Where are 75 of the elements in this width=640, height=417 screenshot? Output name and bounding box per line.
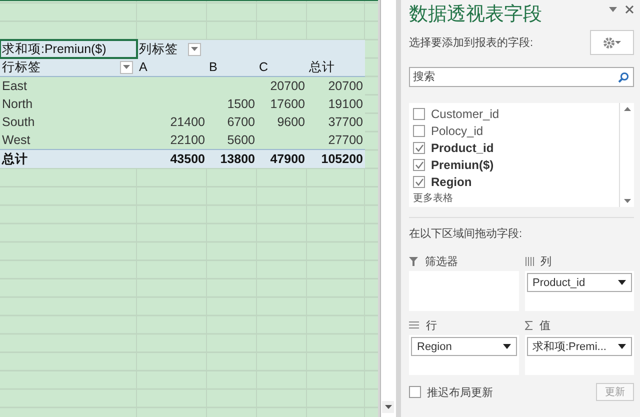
caret-icon <box>502 344 510 349</box>
field-list-scrollbar[interactable] <box>619 103 634 207</box>
field-item[interactable]: Region <box>413 174 615 192</box>
rows-icon <box>409 321 419 329</box>
caret-icon <box>618 344 626 349</box>
filter-icon <box>409 256 418 266</box>
row-label: East <box>2 79 28 93</box>
field-item[interactable]: Premiun($) <box>413 156 615 174</box>
drop-area[interactable]: Product_id <box>524 271 634 311</box>
filter-dropdown-icon[interactable] <box>120 60 133 74</box>
checkbox[interactable] <box>413 176 425 188</box>
field-chip[interactable]: Region <box>411 337 516 356</box>
scroll-down-icon[interactable] <box>382 401 394 413</box>
area-label: 筛选器 <box>425 254 458 268</box>
drop-area[interactable]: Region <box>409 335 518 375</box>
area-label: 值 <box>540 318 550 332</box>
row-label: South <box>2 115 35 129</box>
checkbox[interactable] <box>413 108 425 120</box>
checkbox[interactable] <box>413 142 425 154</box>
table-cell: 9600 <box>277 115 305 129</box>
defer-update-label: 推迟布局更新 <box>427 386 493 400</box>
field-item[interactable]: Customer_id <box>413 105 615 122</box>
table-cell: 20700 <box>328 79 363 93</box>
column-header: 总计 <box>309 58 335 76</box>
filter-dropdown-icon[interactable] <box>188 42 201 56</box>
field-list-prompt: 选择要添加到报表的字段: <box>409 36 534 50</box>
vertical-scrollbar[interactable] <box>380 0 396 417</box>
field-chip[interactable]: 求和项:Premi... <box>526 337 632 356</box>
grand-total-cell: 105200 <box>321 152 363 166</box>
area-label: 行 <box>426 318 437 332</box>
close-icon[interactable] <box>625 5 634 14</box>
grand-total-cell: 47900 <box>270 152 305 166</box>
value-field-label: 求和项:Premiun($) <box>2 40 106 58</box>
gear-icon <box>603 36 615 48</box>
table-cell: 5600 <box>227 133 255 147</box>
dropdown-icon[interactable] <box>609 7 617 12</box>
columns-icon <box>524 256 534 266</box>
grand-total-cell: 43500 <box>170 152 205 166</box>
sum-icon <box>524 320 532 330</box>
field-item[interactable]: Product_id <box>413 139 615 157</box>
table-cell: 20700 <box>270 79 305 93</box>
caret-icon <box>615 41 621 44</box>
grand-total-cell: 13800 <box>220 152 255 166</box>
row-label: North <box>2 97 33 111</box>
field-item[interactable]: Polocy_id <box>413 122 615 140</box>
table-cell: 22100 <box>170 133 205 147</box>
table-cell: 6700 <box>227 115 255 129</box>
caret-icon <box>618 280 626 285</box>
table-cell: 27700 <box>328 133 363 147</box>
scroll-up-icon[interactable] <box>624 107 630 111</box>
search-field[interactable]: 搜索 <box>409 67 634 87</box>
areas-prompt: 在以下区域间拖动字段: <box>409 226 524 241</box>
column-header: B <box>209 60 218 74</box>
checkbox[interactable] <box>413 159 425 172</box>
panel-title: 数据透视表字段 <box>409 3 542 27</box>
row-label: West <box>2 133 30 147</box>
more-tables-link[interactable]: 更多表格 <box>413 191 453 206</box>
column-header: A <box>139 60 148 74</box>
column-labels-header: 列标签 <box>139 40 178 58</box>
column-header: C <box>259 60 268 74</box>
scroll-down-icon[interactable] <box>624 199 630 203</box>
table-cell: 17600 <box>270 97 305 111</box>
field-chip[interactable]: Product_id <box>526 273 632 292</box>
search-icon <box>618 72 629 83</box>
table-cell: 21400 <box>170 115 205 129</box>
drop-area[interactable]: 求和项:Premi... <box>524 335 634 375</box>
table-cell: 1500 <box>227 97 255 111</box>
grand-total-label: 总计 <box>2 150 28 168</box>
tools-button[interactable] <box>590 30 634 55</box>
row-labels-header: 行标签 <box>2 58 41 76</box>
area-label: 列 <box>540 254 552 268</box>
checkbox[interactable] <box>409 386 421 398</box>
table-cell: 19100 <box>328 97 363 111</box>
checkbox[interactable] <box>413 124 425 137</box>
table-cell: 37700 <box>328 115 363 129</box>
